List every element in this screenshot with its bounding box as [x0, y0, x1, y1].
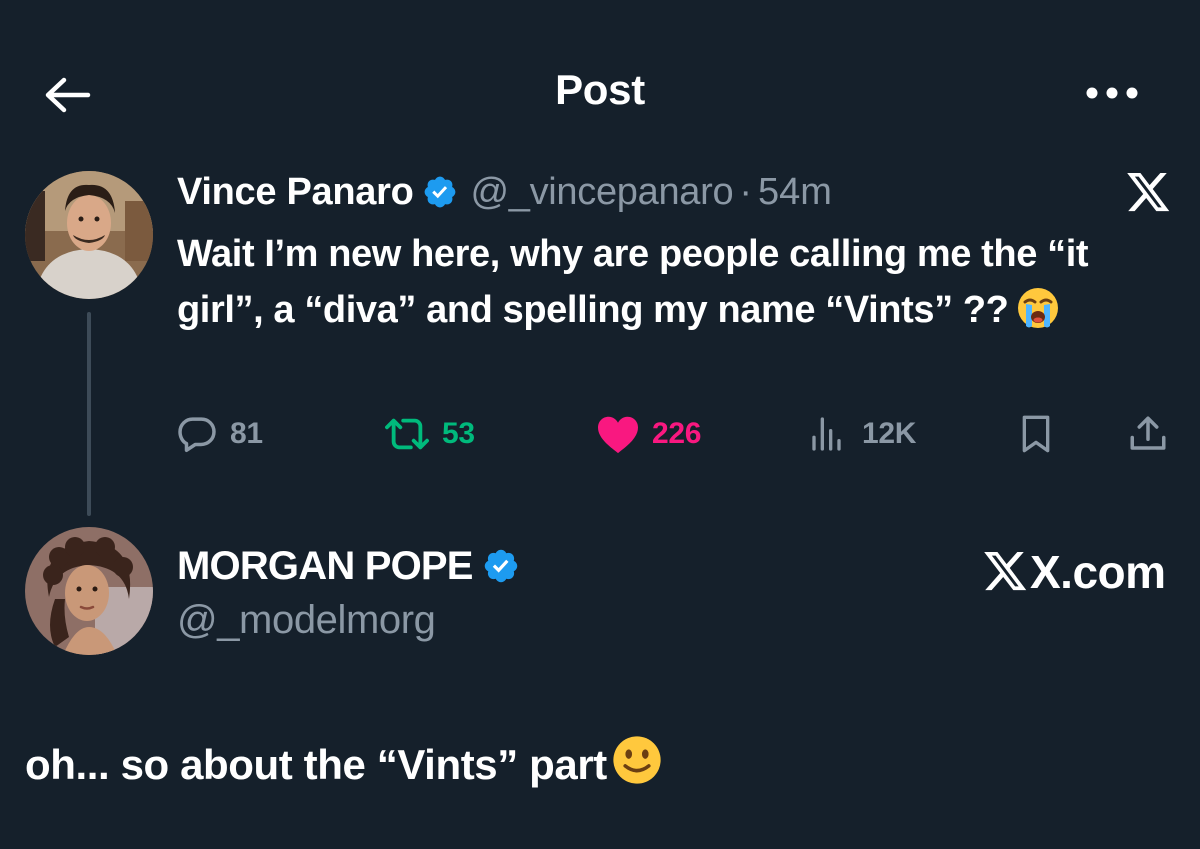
- more-horizontal-icon: [1086, 87, 1138, 99]
- tweet-text: Wait I’m new here, why are people callin…: [177, 226, 1167, 346]
- retweet-button[interactable]: 53: [384, 412, 475, 456]
- heart-icon: [598, 416, 638, 454]
- reply-icon: [178, 417, 216, 453]
- tweet-author-row: Vince Panaro @_vincepanaro · 54m: [177, 168, 832, 216]
- x-logo-icon: [984, 552, 1028, 592]
- views-count: 12K: [862, 417, 917, 450]
- caption: oh... so about the “Vints” part: [25, 734, 663, 796]
- author-handle[interactable]: @_vincepanaro: [470, 171, 733, 214]
- post-page: Post Vince Panaro @_vincepanaro · 54m Wa…: [0, 0, 1200, 849]
- verified-badge-icon: [482, 547, 520, 585]
- x-logo-icon: [1124, 170, 1174, 216]
- author-name[interactable]: Vince Panaro: [177, 171, 414, 214]
- bookmark-button[interactable]: [1016, 412, 1056, 456]
- page-title: Post: [555, 66, 645, 113]
- avatar-vince[interactable]: [25, 171, 153, 299]
- tweet-actions: 81 53 226 12K: [0, 412, 1200, 456]
- verified-badge-icon: [422, 174, 458, 210]
- reply-author-handle[interactable]: @_modelmorg: [177, 598, 436, 643]
- loudly-crying-face-icon: [1016, 286, 1060, 346]
- views-button[interactable]: 12K: [808, 412, 916, 456]
- separator-dot: ·: [739, 170, 752, 213]
- watermark-text: X.com: [1030, 546, 1166, 598]
- retweet-icon: [385, 418, 429, 450]
- retweet-count: 53: [442, 417, 475, 450]
- avatar-morgan[interactable]: [25, 527, 153, 655]
- post-time[interactable]: 54m: [758, 171, 832, 214]
- reply-author-row: MORGAN POPE: [177, 542, 532, 590]
- x-com-watermark: X.com: [984, 546, 1166, 598]
- reply-author-name[interactable]: MORGAN POPE: [177, 544, 473, 589]
- reply-button[interactable]: 81: [176, 412, 263, 456]
- tweet-body: Wait I’m new here, why are people callin…: [177, 233, 1089, 331]
- reply-count: 81: [230, 417, 263, 450]
- share-icon: [1130, 416, 1166, 450]
- like-count: 226: [652, 417, 702, 450]
- share-button[interactable]: [1126, 412, 1170, 456]
- bookmark-icon: [1022, 415, 1050, 453]
- more-button[interactable]: [1080, 78, 1144, 108]
- like-button[interactable]: 226: [596, 412, 701, 456]
- slightly-smiling-face-icon: [611, 734, 663, 796]
- caption-text: oh... so about the “Vints” part: [25, 741, 607, 788]
- views-chart-icon: [812, 417, 841, 451]
